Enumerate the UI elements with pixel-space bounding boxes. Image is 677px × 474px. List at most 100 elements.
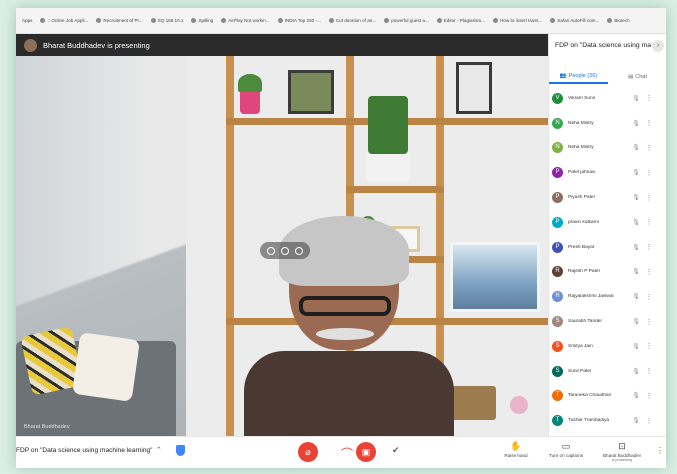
mic-off-icon[interactable]: 🎙 [628, 343, 644, 350]
participant-row[interactable]: T Taruneka Chaudhari 🎙 ⋮ [549, 384, 666, 409]
tab-chat[interactable]: ▤ Chat [608, 70, 666, 84]
mic-off-icon[interactable]: 🎙 [628, 368, 644, 375]
more-options-icon[interactable]: ⋮ [644, 318, 654, 326]
bookmark-item[interactable]: Editor - Plagiarism... [436, 18, 486, 23]
meet-window: Apps :: Online Job Appli... Recruitment … [16, 8, 666, 468]
hangup-button[interactable]: ⌒ [341, 445, 353, 462]
picture-frame [456, 62, 492, 114]
mic-off-icon[interactable]: 🎙 [628, 219, 644, 226]
participant-row[interactable]: N Neha Mistry 🎙 ⋮ [549, 136, 666, 161]
participant-list: V Vikram Sunil 🎙 ⋮ N Neha Mistry 🎙 ⋮ N Neha Mistr… [549, 86, 666, 433]
bookmark-item[interactable]: Biotech [607, 18, 630, 23]
people-icon: 👥 [559, 73, 567, 79]
more-options-icon[interactable]: ⋮ [644, 218, 654, 226]
captions-label: Turn on captions [548, 453, 584, 458]
bookmark-label: How to insert trans... [500, 18, 543, 23]
panel-tabs: 👥 People (26) ▤ Chat [549, 70, 666, 84]
bookmark-item[interactable]: INDIA Top 250 -... [277, 18, 321, 23]
bookmark-label: AirPlay Not workin... [228, 18, 270, 23]
more-options-icon[interactable]: ⋮ [644, 243, 654, 251]
participant-row[interactable]: S Smitya Jain 🎙 ⋮ [549, 334, 666, 359]
camera-off-icon: ▣ [361, 446, 371, 457]
presenter-button[interactable]: ⊡ Bharat Buddhadev is presenting [598, 441, 646, 462]
bookmark-label: Apps [22, 18, 33, 23]
participant-row[interactable]: Ppravin kulkarni 🎙 ⋮ [549, 210, 666, 235]
mic-off-icon[interactable]: 🎙 [628, 194, 644, 201]
bookmark-item[interactable]: Apps [22, 18, 32, 23]
more-icon[interactable] [295, 246, 303, 255]
participant-row[interactable]: P Piyush Patel 🎙 ⋮ [549, 185, 666, 210]
globe-icon [221, 18, 227, 23]
participant-name: Sunil Patel [568, 368, 591, 374]
avatar: N [552, 142, 563, 154]
bookmark-item[interactable]: powerful guest a... [384, 18, 429, 23]
bookmark-item[interactable]: :: Online Job Appli... [40, 18, 88, 23]
bookmark-item[interactable]: Safari AutoFill com... [550, 18, 599, 23]
participant-row[interactable]: N Neha Mistry 🎙 ⋮ [549, 111, 666, 136]
avatar: R [552, 266, 563, 278]
captions-button[interactable]: ▭ Turn on captions [542, 441, 590, 458]
bookmark-item[interactable]: Cut duration of an... [328, 18, 376, 23]
mic-off-icon[interactable]: 🎙 [628, 244, 644, 251]
more-options-icon[interactable]: ⋮ [644, 194, 654, 202]
chevron-up-icon[interactable]: ⌃ [156, 446, 162, 454]
participant-row[interactable]: V Vikram Sunil 🎙 ⋮ [549, 86, 666, 111]
participant-name: Tushar Trambadiya [568, 418, 610, 424]
bookmark-item[interactable]: How to insert trans... [493, 18, 542, 23]
raise-hand-button[interactable]: ✋ Raise hand [492, 441, 540, 458]
more-options-icon[interactable]: ⋮ [644, 169, 654, 177]
globe-icon [150, 18, 156, 23]
more-options-icon[interactable]: ⋮ [644, 342, 654, 350]
bookmark-label: Biotech [614, 18, 630, 23]
presenter-sub: is presenting [611, 458, 633, 462]
meeting-title[interactable]: FDP on "Data science using machine learn… [16, 447, 153, 454]
check-icon[interactable]: ✔ [392, 445, 400, 456]
mic-off-icon[interactable]: 🎙 [628, 417, 644, 424]
mic-off-icon[interactable]: 🎙 [628, 318, 644, 325]
bookmark-item[interactable]: Spilling [191, 18, 213, 23]
participant-name: Rajyalakshmi Jaiswal [568, 294, 614, 300]
participant-row[interactable]: P Patel jahnavi 🎙 ⋮ [549, 160, 666, 185]
more-options-icon[interactable]: ⋮ [644, 367, 654, 375]
bookmark-item[interactable]: AirPlay Not workin... [221, 18, 270, 23]
more-options-icon[interactable]: ⋮ [644, 392, 654, 400]
more-options-icon[interactable]: ⋮ [644, 293, 654, 301]
bookmark-label: Editor - Plagiarism... [443, 18, 486, 23]
mute-mic-button[interactable]: ⌀ [298, 442, 318, 462]
participant-row[interactable]: T Tushar Trambadiya 🎙 ⋮ [549, 408, 666, 433]
pin-icon[interactable] [267, 246, 275, 255]
mic-off-icon[interactable]: 🎙 [628, 293, 644, 300]
mic-off-icon[interactable]: 🎙 [628, 120, 644, 127]
present-icon: ⊡ [618, 441, 626, 451]
picture-frame [450, 242, 540, 312]
hand-icon: ✋ [510, 441, 522, 451]
participant-row[interactable]: P Preeti Bayar 🎙 ⋮ [549, 235, 666, 260]
more-options-icon[interactable]: ⋮ [644, 268, 654, 276]
chevron-right-icon[interactable]: › [652, 40, 664, 52]
participant-row[interactable]: S Saurabh Tandel 🎙 ⋮ [549, 309, 666, 334]
mic-off-icon[interactable]: 🎙 [628, 144, 644, 151]
tile-controls[interactable] [260, 242, 310, 259]
mic-icon[interactable] [281, 246, 289, 255]
bookmark-item[interactable]: Recruitment of Pr... [96, 18, 143, 23]
participant-name: Rajesh P Patel [568, 269, 600, 275]
more-options-icon[interactable]: ⋮ [644, 119, 654, 127]
tab-people[interactable]: 👥 People (26) [549, 70, 608, 84]
bookmark-item[interactable]: SQ 168 10.1 [150, 18, 183, 23]
participant-row[interactable]: S Sunil Patel 🎙 ⋮ [549, 359, 666, 384]
shield-icon[interactable] [176, 445, 185, 456]
more-options-icon[interactable]: ⋮ [644, 417, 654, 425]
participant-row[interactable]: R Rajesh P Patel 🎙 ⋮ [549, 260, 666, 285]
more-options-icon[interactable]: ⋮ [656, 446, 664, 455]
camera-off-button[interactable]: ▣ [356, 442, 376, 462]
mic-off-icon[interactable]: 🎙 [628, 268, 644, 275]
mic-off-icon[interactable]: 🎙 [628, 392, 644, 399]
speaker-body [244, 351, 454, 436]
bottom-bar: FDP on "Data science using machine learn… [16, 436, 666, 468]
avatar: P [552, 241, 563, 253]
participant-row[interactable]: R Rajyalakshmi Jaiswal 🎙 ⋮ [549, 284, 666, 309]
more-options-icon[interactable]: ⋮ [644, 144, 654, 152]
more-options-icon[interactable]: ⋮ [644, 94, 654, 102]
mic-off-icon[interactable]: 🎙 [628, 95, 644, 102]
mic-off-icon[interactable]: 🎙 [628, 169, 644, 176]
